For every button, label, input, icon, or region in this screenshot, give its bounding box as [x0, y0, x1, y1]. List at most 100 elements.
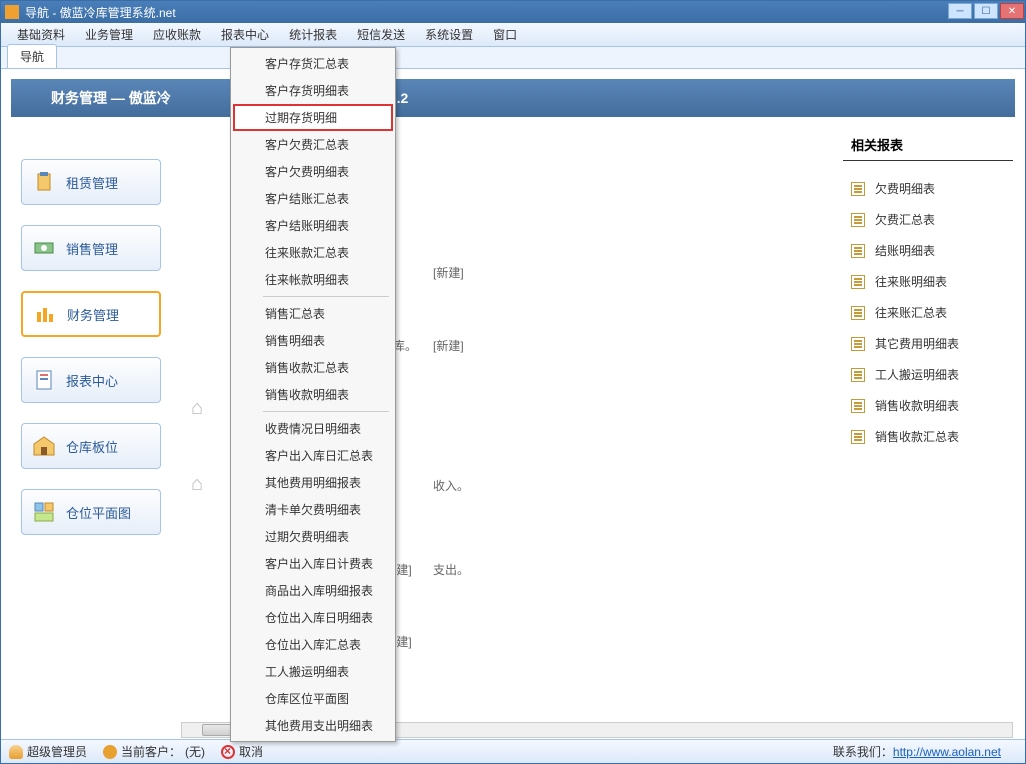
nav-warehouse-label: 仓库板位 — [66, 437, 118, 456]
floorplan-icon — [32, 500, 56, 524]
related-report-item[interactable]: 工人搬运明细表 — [843, 359, 1013, 390]
nav-sales-label: 销售管理 — [66, 239, 118, 258]
dropdown-item[interactable]: 过期存货明细 — [233, 104, 393, 131]
window-buttons: ─ ☐ ✕ — [947, 1, 1025, 23]
related-reports-header: 相关报表 — [843, 129, 1013, 161]
dropdown-item[interactable]: 客户出入库日计费表 — [233, 550, 393, 577]
menu-stats[interactable]: 统计报表 — [279, 23, 347, 46]
tabbar: 导航 — [1, 47, 1025, 69]
nav-sales[interactable]: 销售管理 — [21, 225, 161, 271]
bg-new-4[interactable]: 支出。 — [433, 561, 469, 578]
menu-reports[interactable]: 报表中心 — [211, 23, 279, 46]
document-icon — [851, 399, 865, 413]
menu-basic-data[interactable]: 基础资料 — [7, 23, 75, 46]
tab-nav[interactable]: 导航 — [7, 44, 57, 68]
dropdown-item[interactable]: 客户欠费明细表 — [233, 158, 393, 185]
related-report-item[interactable]: 其它费用明细表 — [843, 328, 1013, 359]
related-report-label: 工人搬运明细表 — [875, 366, 959, 383]
app-window: 导航 - 傲蓝冷库管理系统.net ─ ☐ ✕ 基础资料 业务管理 应收账款 报… — [0, 0, 1026, 764]
dropdown-item[interactable]: 仓库区位平面图 — [233, 685, 393, 712]
warehouse-icon — [32, 434, 56, 458]
dropdown-item[interactable]: 往来帐款明细表 — [233, 266, 393, 293]
reports-icon — [32, 368, 56, 392]
rental-icon — [32, 170, 56, 194]
bg-home-icon: ⌂ — [191, 397, 213, 419]
bg-new-2[interactable]: [新建] — [433, 337, 464, 354]
status-cancel[interactable]: 取消 — [221, 743, 263, 760]
related-report-item[interactable]: 欠费汇总表 — [843, 204, 1013, 235]
related-report-label: 其它费用明细表 — [875, 335, 959, 352]
dropdown-item[interactable]: 客户出入库日汇总表 — [233, 442, 393, 469]
document-icon — [851, 182, 865, 196]
status-customer-label: 当前客户： — [121, 743, 181, 760]
dropdown-item[interactable]: 仓位出入库汇总表 — [233, 631, 393, 658]
dropdown-item[interactable]: 其他费用支出明细表 — [233, 712, 393, 739]
dropdown-item[interactable]: 销售收款汇总表 — [233, 354, 393, 381]
dropdown-item[interactable]: 其他费用明细报表 — [233, 469, 393, 496]
nav-finance[interactable]: 财务管理 — [21, 291, 161, 337]
related-report-item[interactable]: 欠费明细表 — [843, 173, 1013, 204]
related-report-label: 往来账汇总表 — [875, 304, 947, 321]
dropdown-item[interactable]: 客户存货明细表 — [233, 77, 393, 104]
menu-business[interactable]: 业务管理 — [75, 23, 143, 46]
nav-floorplan[interactable]: 仓位平面图 — [21, 489, 161, 535]
dropdown-item[interactable]: 销售汇总表 — [233, 300, 393, 327]
contact-link[interactable]: http://www.aolan.net — [893, 745, 1001, 759]
dropdown-item[interactable]: 往来账款汇总表 — [233, 239, 393, 266]
nav-floorplan-label: 仓位平面图 — [66, 503, 131, 522]
window-title: 导航 - 傲蓝冷库管理系统.net — [25, 4, 947, 21]
nav-reports-label: 报表中心 — [66, 371, 118, 390]
sales-icon — [32, 236, 56, 260]
document-icon — [851, 244, 865, 258]
nav-reports[interactable]: 报表中心 — [21, 357, 161, 403]
related-report-item[interactable]: 销售收款明细表 — [843, 390, 1013, 421]
related-report-label: 销售收款汇总表 — [875, 428, 959, 445]
dropdown-item[interactable]: 工人搬运明细表 — [233, 658, 393, 685]
user-icon — [9, 745, 23, 759]
dropdown-item[interactable]: 商品出入库明细报表 — [233, 577, 393, 604]
maximize-button[interactable]: ☐ — [974, 3, 998, 19]
bg-new-1[interactable]: [新建] — [433, 264, 464, 281]
document-icon — [851, 337, 865, 351]
dropdown-item[interactable]: 销售明细表 — [233, 327, 393, 354]
nav-rental[interactable]: 租赁管理 — [21, 159, 161, 205]
dropdown-item[interactable]: 收费情况日明细表 — [233, 415, 393, 442]
dropdown-item[interactable]: 客户欠费汇总表 — [233, 131, 393, 158]
document-icon — [851, 306, 865, 320]
dropdown-item[interactable]: 客户结账汇总表 — [233, 185, 393, 212]
dropdown-item[interactable]: 客户结账明细表 — [233, 212, 393, 239]
document-icon — [851, 430, 865, 444]
menu-receivables[interactable]: 应收账款 — [143, 23, 211, 46]
related-report-item[interactable]: 结账明细表 — [843, 235, 1013, 266]
banner-title: 财务管理 — 傲蓝冷 — [51, 88, 171, 108]
menu-window[interactable]: 窗口 — [483, 23, 527, 46]
dropdown-item[interactable]: 仓位出入库日明细表 — [233, 604, 393, 631]
status-customer-value: (无) — [185, 743, 205, 760]
menu-settings[interactable]: 系统设置 — [415, 23, 483, 46]
related-report-item[interactable]: 往来账明细表 — [843, 266, 1013, 297]
minimize-button[interactable]: ─ — [948, 3, 972, 19]
related-report-item[interactable]: 往来账汇总表 — [843, 297, 1013, 328]
related-report-label: 欠费汇总表 — [875, 211, 935, 228]
contact-label: 联系我们： — [833, 743, 893, 760]
nav-rental-label: 租赁管理 — [66, 173, 118, 192]
dropdown-item[interactable]: 过期欠费明细表 — [233, 523, 393, 550]
related-report-item[interactable]: 销售收款汇总表 — [843, 421, 1013, 452]
related-reports-list: 欠费明细表欠费汇总表结账明细表往来账明细表往来账汇总表其它费用明细表工人搬运明细… — [843, 161, 1013, 464]
document-icon — [851, 368, 865, 382]
nav-warehouse[interactable]: 仓库板位 — [21, 423, 161, 469]
dropdown-item[interactable]: 销售收款明细表 — [233, 381, 393, 408]
close-button[interactable]: ✕ — [1000, 3, 1024, 19]
dropdown-item[interactable]: 客户存货汇总表 — [233, 50, 393, 77]
related-report-label: 结账明细表 — [875, 242, 935, 259]
statusbar: 超级管理员 当前客户： (无) 取消 联系我们： http://www.aola… — [1, 739, 1025, 763]
menu-separator — [263, 411, 389, 412]
finance-icon — [33, 302, 57, 326]
related-reports-panel: 相关报表 欠费明细表欠费汇总表结账明细表往来账明细表往来账汇总表其它费用明细表工… — [843, 129, 1013, 464]
bg-new-3[interactable]: 收入。 — [433, 477, 469, 494]
menu-separator — [263, 296, 389, 297]
cancel-icon — [221, 745, 235, 759]
dropdown-item[interactable]: 清卡单欠费明细表 — [233, 496, 393, 523]
reports-dropdown-menu: 客户存货汇总表客户存货明细表过期存货明细客户欠费汇总表客户欠费明细表客户结账汇总… — [230, 47, 396, 742]
menu-sms[interactable]: 短信发送 — [347, 23, 415, 46]
